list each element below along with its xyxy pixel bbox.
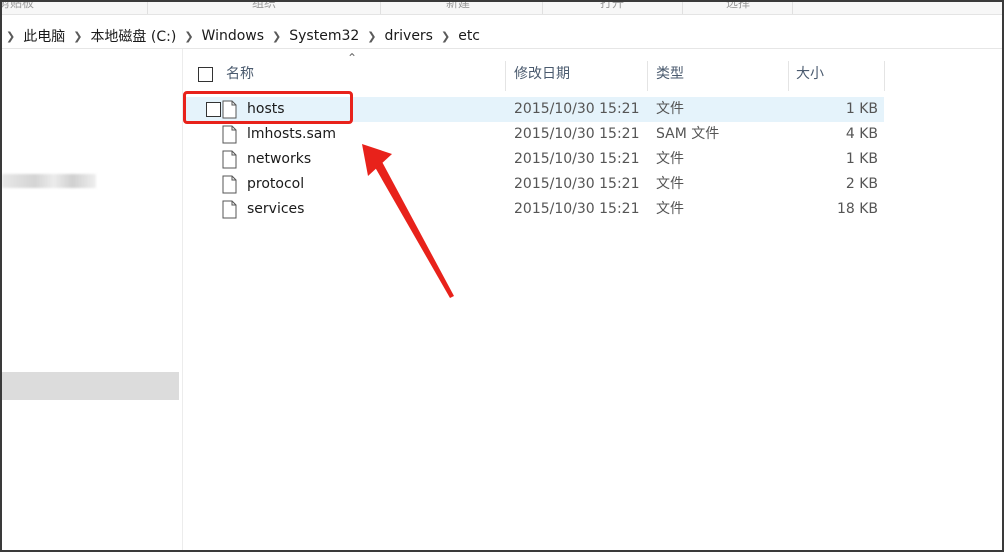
column-separator[interactable] [647,61,648,91]
file-type: 文件 [656,101,684,117]
file-icon [222,125,237,144]
file-icon [222,200,237,219]
file-name: services [247,201,305,217]
breadcrumb-system32[interactable]: System32 [289,28,359,44]
column-header-row: ⌃ 名称 修改日期 类型 大小 [184,51,885,91]
file-row-networks[interactable]: networks 2015/10/30 15:21 文件 1 KB [184,147,884,172]
file-row-services[interactable]: services 2015/10/30 15:21 文件 18 KB [184,197,884,222]
column-separator[interactable] [884,61,885,91]
breadcrumb-windows[interactable]: Windows [202,28,265,44]
column-name[interactable]: 名称 [226,61,254,87]
red-arrow-icon [362,144,454,298]
explorer-window: 剪贴板 组织 新建 打开 选择 ❯ 此电脑 ❯ 本地磁盘 (C:) ❯ Wind… [0,0,1004,552]
ribbon-separator [147,2,148,14]
chevron-right-icon[interactable]: ❯ [184,30,193,43]
file-row-lmhosts[interactable]: lmhosts.sam 2015/10/30 15:21 SAM 文件 4 KB [184,122,884,147]
file-name: protocol [247,176,305,192]
file-type: 文件 [656,151,684,167]
ribbon-group-open: 打开 [600,2,625,10]
file-modified: 2015/10/30 15:21 [514,176,640,192]
chevron-right-icon[interactable]: ❯ [6,30,15,43]
breadcrumb-local-disk[interactable]: 本地磁盘 (C:) [90,26,176,46]
ribbon-strip: 剪贴板 组织 新建 打开 选择 [2,2,1002,15]
navigation-pane[interactable] [2,49,183,550]
breadcrumb-this-pc[interactable]: 此电脑 [23,26,65,46]
file-type: 文件 [656,201,684,217]
file-name: lmhosts.sam [247,126,337,142]
breadcrumb-drivers[interactable]: drivers [385,28,433,44]
file-size: 18 KB [836,201,878,217]
file-icon [222,175,237,194]
ribbon-group-select: 选择 [726,2,751,10]
file-modified: 2015/10/30 15:21 [514,151,640,167]
file-size: 4 KB [845,126,878,142]
file-name: networks [247,151,312,167]
chevron-right-icon[interactable]: ❯ [272,30,281,43]
ribbon-group-organize: 组织 [252,2,277,10]
breadcrumb: ❯ 此电脑 ❯ 本地磁盘 (C:) ❯ Windows ❯ System32 ❯… [6,26,480,46]
chevron-right-icon[interactable]: ❯ [73,30,82,43]
ribbon-separator [542,2,543,14]
chevron-right-icon[interactable]: ❯ [367,30,376,43]
ribbon-separator [682,2,683,14]
ribbon-separator [792,2,793,14]
nav-item-blurred[interactable] [2,174,96,188]
column-type[interactable]: 类型 [656,61,684,87]
file-modified: 2015/10/30 15:21 [514,101,640,117]
ribbon-group-clipboard: 剪贴板 [2,2,35,10]
file-size: 1 KB [845,151,878,167]
chevron-right-icon[interactable]: ❯ [441,30,450,43]
select-all-checkbox[interactable] [198,67,213,82]
column-separator[interactable] [788,61,789,91]
breadcrumb-etc[interactable]: etc [458,28,480,44]
file-size: 2 KB [845,176,878,192]
file-type: 文件 [656,176,684,192]
sort-ascending-icon: ⌃ [347,51,358,65]
ribbon-group-new: 新建 [446,2,471,10]
column-size[interactable]: 大小 [796,61,824,87]
ribbon-separator [380,2,381,14]
file-modified: 2015/10/30 15:21 [514,201,640,217]
column-modified[interactable]: 修改日期 [514,61,570,87]
file-row-protocol[interactable]: protocol 2015/10/30 15:21 文件 2 KB [184,172,884,197]
file-icon [222,150,237,169]
column-separator[interactable] [505,61,506,91]
address-bar[interactable]: ❯ 此电脑 ❯ 本地磁盘 (C:) ❯ Windows ❯ System32 ❯… [2,22,1002,49]
file-list: ⌃ 名称 修改日期 类型 大小 hosts 2015/10/30 15:21 文… [184,49,1002,550]
nav-item-blurred-selected[interactable] [2,372,179,400]
file-type: SAM 文件 [656,126,720,142]
file-modified: 2015/10/30 15:21 [514,126,640,142]
file-size: 1 KB [845,101,878,117]
highlight-box [183,91,353,124]
